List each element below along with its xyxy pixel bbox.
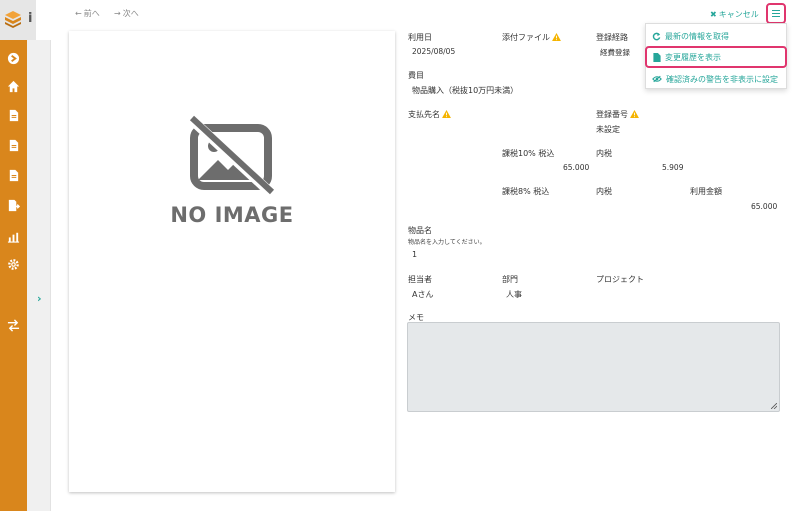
eye-slash-icon (652, 75, 662, 83)
file-icon (653, 52, 661, 62)
item-name-label: 物品名 (408, 226, 432, 235)
refresh-icon (652, 32, 661, 40)
next-label: 次へ (122, 9, 139, 18)
item-name-value[interactable]: 1 (412, 250, 417, 259)
usage-date-value[interactable]: 2025/08/05 (412, 47, 455, 56)
dept-label: 部門 (502, 275, 518, 284)
person-label: 担当者 (408, 275, 432, 284)
internal-tax-label: 内税 (596, 187, 612, 196)
prev-label: 前へ (83, 9, 100, 18)
app-logo[interactable]: i (0, 0, 36, 40)
expense-item-label: 費目 (408, 71, 424, 80)
no-image-text: NO IMAGE (170, 203, 294, 227)
receipt-preview: NO IMAGE (69, 31, 395, 492)
menu-item-refresh[interactable]: 最新の情報を取得 (646, 26, 788, 46)
menu-dropdown: 最新の情報を取得 変更履歴を表示 確認済みの警告を非表示に設定 (645, 23, 787, 89)
payee-label-text: 支払先名 (408, 110, 440, 119)
tax10-label: 課税10% 税込 (502, 149, 555, 158)
project-label: プロジェクト (596, 275, 644, 284)
tax10-value[interactable]: 65.000 (563, 163, 589, 172)
export-icon[interactable] (5, 197, 21, 213)
memo-textarea[interactable] (407, 322, 780, 412)
transfer-icon[interactable] (5, 317, 21, 333)
route-label: 登録経路 (596, 33, 628, 42)
item-name-hint: 物品名を入力してください。 (408, 239, 486, 246)
circle-arrow-icon[interactable] (5, 50, 21, 66)
menu-item-label: 変更履歴を表示 (665, 52, 721, 62)
chart-icon[interactable] (5, 228, 21, 244)
payee-label: 支払先名 (408, 109, 451, 120)
internal-tax-value[interactable]: 5.909 (662, 163, 683, 172)
expense-item-value[interactable]: 物品購入（税抜10万円未満） (412, 85, 518, 96)
panel-collapse-strip: › (27, 40, 51, 511)
attachment-label-text: 添付ファイル (502, 33, 550, 42)
reg-number-label-text: 登録番号 (596, 110, 628, 119)
warning-icon (630, 110, 639, 118)
reg-number-label: 登録番号 (596, 109, 639, 120)
arrow-left-icon: ← (75, 9, 82, 18)
menu-button[interactable] (766, 3, 786, 24)
attachment-label: 添付ファイル (502, 32, 561, 43)
document-icon[interactable] (5, 167, 21, 183)
next-button[interactable]: → 次へ (114, 8, 139, 19)
close-icon: ✖ (710, 10, 717, 19)
menu-item-hide-warnings[interactable]: 確認済みの警告を非表示に設定 (646, 69, 788, 89)
document-icon[interactable] (5, 137, 21, 153)
dept-value[interactable]: 人事 (506, 289, 522, 300)
route-value: 経費登録 (600, 48, 630, 57)
cancel-button[interactable]: ✖ キャンセル (710, 9, 759, 20)
amount-label: 利用金額 (690, 187, 722, 196)
cancel-label: キャンセル (718, 10, 759, 19)
hamburger-icon (772, 10, 780, 17)
menu-item-label: 確認済みの警告を非表示に設定 (666, 74, 778, 84)
gear-icon[interactable] (5, 256, 21, 272)
person-value[interactable]: Aさん (412, 289, 433, 300)
warning-icon (552, 33, 561, 41)
amount-value[interactable]: 65.000 (751, 202, 777, 211)
menu-item-label: 最新の情報を取得 (665, 31, 729, 41)
chevron-right-icon[interactable]: › (37, 292, 42, 305)
home-icon[interactable] (5, 78, 21, 94)
prev-button[interactable]: ← 前へ (75, 8, 100, 19)
arrow-right-icon: → (114, 9, 121, 18)
reg-number-value[interactable]: 未設定 (596, 124, 620, 135)
internal-tax-label: 内税 (596, 149, 612, 158)
document-icon[interactable] (5, 107, 21, 123)
logo-letter: i (28, 11, 33, 26)
usage-date-label: 利用日 (408, 33, 432, 42)
tax8-label: 課税8% 税込 (502, 187, 550, 196)
warning-icon (442, 110, 451, 118)
resize-grip-icon[interactable] (771, 403, 777, 409)
menu-item-history[interactable]: 変更履歴を表示 (645, 46, 787, 68)
logo-icon (5, 11, 21, 28)
